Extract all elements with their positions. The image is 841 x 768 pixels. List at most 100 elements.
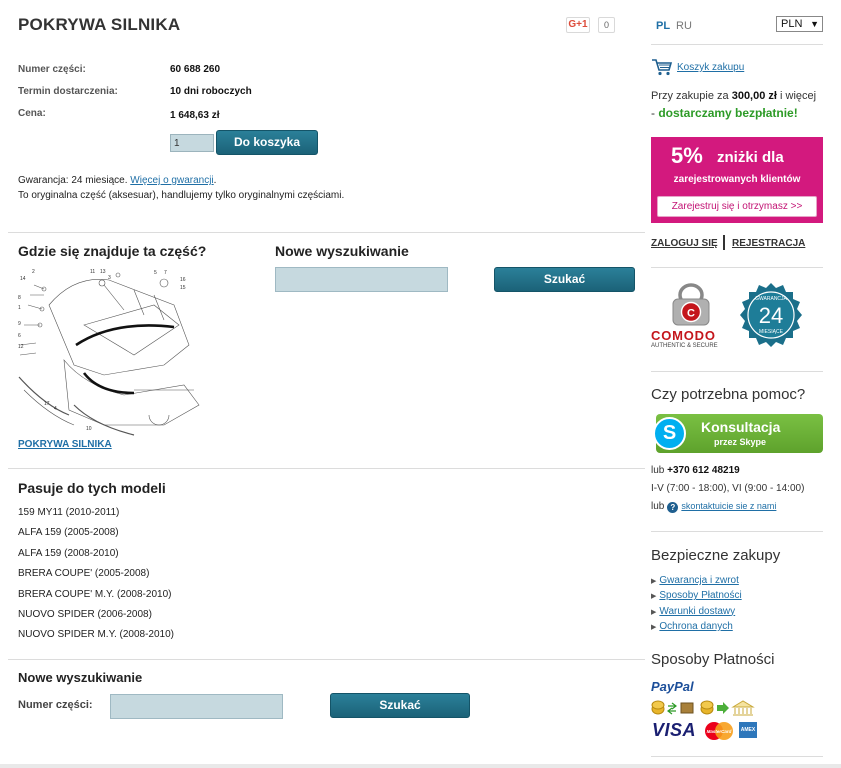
lang-ru-link[interactable]: RU: [676, 20, 692, 32]
search-button-top[interactable]: Szukać: [494, 267, 635, 292]
diagram-num-5: 5: [154, 270, 157, 276]
diagram-num-3: 3: [108, 275, 111, 281]
currency-select[interactable]: PLN ▼: [776, 16, 823, 32]
gplus-button[interactable]: G+1: [566, 17, 590, 33]
help-title: Czy potrzebna pomoc?: [651, 386, 806, 403]
price-value: 1 648,63 zł: [170, 110, 220, 121]
warranty-seal-icon: GWARANCJA 24 MIESIĄCE: [740, 283, 802, 347]
bank-icon: [731, 700, 755, 716]
arrow-icon: [717, 702, 729, 714]
diagram-part-link[interactable]: POKRYWA SILNIKA: [18, 439, 112, 450]
discount-banner[interactable]: 5% zniżki dla zarejestrowanych klientów …: [651, 137, 823, 223]
list-item: ▶ Gwarancja i zwrot: [651, 574, 742, 589]
help-icon: ?: [667, 502, 679, 513]
delivery-terms-link[interactable]: Warunki dostawy: [659, 606, 735, 617]
divider: [8, 659, 645, 660]
lang-pl-link[interactable]: PL: [656, 20, 670, 32]
part-number-value: 60 688 260: [170, 64, 221, 75]
warranty-link[interactable]: Więcej o gwarancji: [130, 175, 213, 186]
skype-consult-button[interactable]: S Konsultacja przez Skype: [653, 414, 823, 453]
model-item: NUOVO SPIDER M.Y. (2008-2010): [18, 629, 174, 641]
register-promo-button[interactable]: Zarejestruj się i otrzymasz >>: [657, 196, 817, 217]
phone-prefix: lub: [651, 465, 668, 476]
payment-icons: [651, 700, 755, 716]
office-hours: I-V (7:00 - 18:00), VI (9:00 - 14:00): [651, 483, 805, 494]
model-item: BRERA COUPE' M.Y. (2008-2010): [18, 588, 172, 600]
contact-prefix: lub: [651, 501, 665, 512]
location-heading: Gdzie się znajduje ta część?: [18, 243, 207, 259]
free-shipping-line1: Przy zakupie za 300,00 zł i więcej: [651, 90, 816, 102]
diagram-num-2: 2: [32, 269, 35, 275]
promo-discount-text: zniżki dla: [717, 149, 784, 166]
search-input-bottom[interactable]: [110, 694, 283, 719]
seal-top-text: GWARANCJA: [755, 296, 787, 302]
promo-subtitle: zarejestrowanych klientów: [673, 174, 801, 185]
diagram-num-9: 9: [18, 321, 21, 327]
skype-subtitle: przez Skype: [714, 437, 767, 447]
diagram-num-10: 10: [86, 426, 92, 432]
warranty-dot: .: [213, 175, 217, 186]
model-item: BRERA COUPE' (2005-2008): [18, 568, 150, 580]
promo-percent: 5%: [671, 143, 703, 168]
warranty-return-link[interactable]: Gwarancja i zwrot: [659, 575, 738, 586]
search-button-bottom[interactable]: Szukać: [330, 693, 470, 718]
page-title: POKRYWA SILNIKA: [18, 15, 181, 34]
phone-line: lub +370 612 48219: [651, 465, 740, 476]
diagram-num-7: 7: [164, 270, 167, 276]
free-amount: 300,00 zł: [731, 90, 777, 102]
cart-icon: [652, 59, 673, 76]
part-number-label: Numer części:: [18, 64, 86, 75]
model-item: ALFA 159 (2008-2010): [18, 547, 119, 559]
model-item: NUOVO SPIDER (2006-2008): [18, 608, 152, 620]
bullet-icon: ▶: [651, 593, 657, 601]
chevron-down-icon: ▼: [810, 19, 819, 29]
diagram-num-15: 15: [180, 285, 186, 291]
paypal-logo: PayPal: [651, 679, 694, 694]
svg-text:C: C: [687, 308, 695, 320]
gplus-count: 0: [598, 17, 615, 33]
list-item: ▶ Warunki dostawy: [651, 605, 742, 620]
contact-line: lub? skontaktuicie sie z nami: [651, 501, 776, 513]
secure-shopping-title: Bezpieczne zakupy: [651, 547, 781, 564]
divider: [651, 531, 823, 532]
list-item: ▶ Sposoby Płatności: [651, 589, 742, 604]
diagram-num-6: 6: [18, 333, 21, 339]
divider: [8, 232, 645, 233]
diagram-num-4: 4: [54, 406, 57, 412]
mastercard-logo: MasterCard: [705, 722, 733, 740]
bullet-icon: ▶: [651, 623, 657, 631]
divider: [651, 267, 823, 268]
original-part-note: To oryginalna część (aksesuar), handluje…: [18, 190, 345, 201]
register-link[interactable]: REJESTRACJA: [732, 238, 805, 249]
data-protection-link[interactable]: Ochrona danych: [659, 621, 732, 632]
free-prefix: Przy zakupie za: [651, 90, 732, 102]
cart-link[interactable]: Koszyk zakupu: [677, 62, 744, 73]
diagram-hood-cover-top: [75, 324, 175, 347]
diagram-num-14: 14: [20, 276, 26, 282]
visa-logo: VISA: [652, 720, 697, 740]
login-link[interactable]: ZALOGUJ SIĘ: [651, 238, 718, 249]
model-item: ALFA 159 (2005-2008): [18, 527, 119, 539]
list-item: ▶ Ochrona danych: [651, 620, 742, 635]
quantity-input[interactable]: [170, 134, 214, 152]
free-shipping-line2: - dostarczamy bezpłatnie!: [651, 106, 798, 120]
bullet-icon: ▶: [651, 578, 657, 585]
models-list: 159 MY11 (2010-2011) ALFA 159 (2005-2008…: [18, 506, 174, 649]
skype-icon: S: [653, 417, 686, 450]
phone-number: +370 612 48219: [667, 465, 740, 476]
models-heading: Pasuje do tych modeli: [18, 480, 166, 496]
delivery-label: Termin dostarczenia:: [18, 86, 118, 97]
warranty-label: Gwarancja: 24 miesiące.: [18, 175, 131, 186]
part-number-search-label: Numer części:: [18, 699, 93, 711]
page-bottom-bar: [0, 764, 841, 768]
contact-us-link[interactable]: skontaktuicie sie z nami: [681, 501, 776, 511]
price-label: Cena:: [18, 108, 46, 119]
mastercard-text: MasterCard: [707, 729, 732, 734]
secure-shopping-list: ▶ Gwarancja i zwrot ▶ Sposoby Płatności ▶ W…: [651, 574, 742, 635]
add-to-cart-button[interactable]: Do koszyka: [216, 130, 318, 155]
payment-methods-title: Sposoby Płatności: [651, 651, 775, 668]
search-input-top[interactable]: [275, 267, 448, 292]
diagram-num-1: 1: [18, 305, 21, 311]
exchange-icon: [667, 702, 677, 715]
payment-methods-link[interactable]: Sposoby Płatności: [659, 590, 741, 601]
